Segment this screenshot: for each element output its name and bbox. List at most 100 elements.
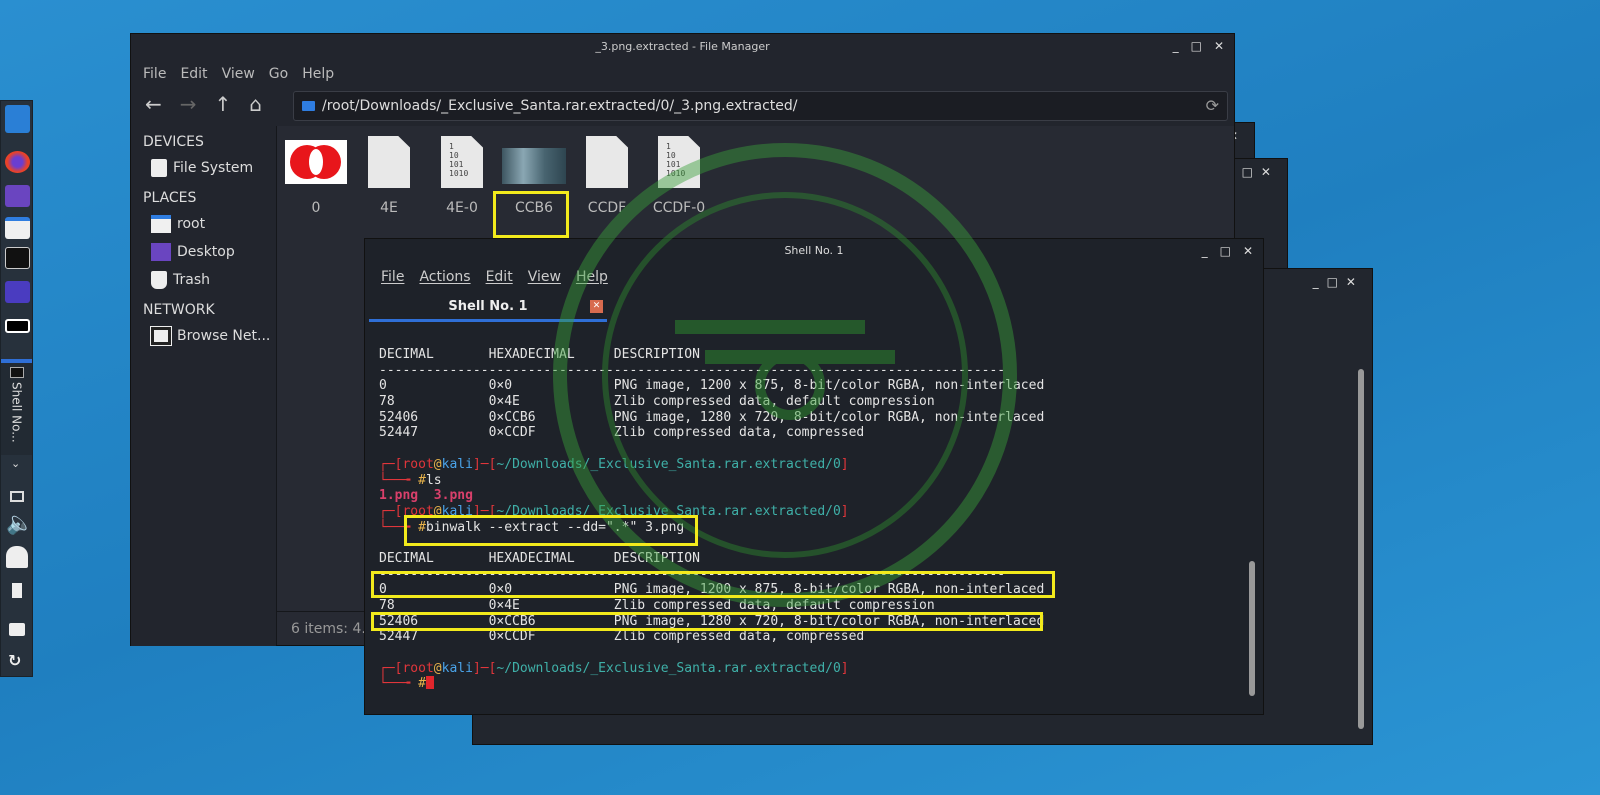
terminal-text: # [418,472,426,488]
section-network: NETWORK [143,302,215,318]
highlight-row-52406 [371,612,1043,631]
reload-icon[interactable]: ⟳ [1206,92,1219,120]
home-icon[interactable]: ⌂ [249,92,262,116]
close-button[interactable]: ✕ [1243,244,1253,258]
forward-arrow-icon[interactable]: → [180,92,197,116]
menu-actions[interactable]: Actions [419,269,470,285]
section-devices: DEVICES [143,134,204,150]
chevron-down-icon[interactable]: ⌄ [11,457,20,470]
sidebar-item-trash[interactable]: Trash [131,266,276,294]
address-path: /root/Downloads/_Exclusive_Santa.rar.ext… [322,98,798,114]
folder-icon [151,215,171,233]
sidebar-item-desktop[interactable]: Desktop [131,238,276,266]
menu-help[interactable]: Help [302,66,334,82]
menu-edit[interactable]: Edit [180,66,207,82]
terminal-text: ┌─[ [379,456,403,472]
lock-icon[interactable] [9,623,25,636]
highlight-command [404,515,698,546]
kali-menu-icon[interactable] [5,105,30,133]
terminal-icon[interactable] [5,247,30,269]
sidebar-item-root[interactable]: root [131,210,276,238]
menu-view[interactable]: View [222,66,255,82]
file-item[interactable]: 4E [354,136,424,216]
side-panel: Shell No... ⌄ 🔈 ↻ [0,100,33,677]
maximize-button[interactable]: □ [1191,39,1202,53]
file-manager-icon[interactable] [5,217,30,239]
battery-icon[interactable] [12,583,22,598]
sidebar-item-label: Desktop [177,244,235,260]
terminal-text: ]─[ [472,456,497,472]
terminal-text: └──╼ [379,676,419,692]
terminal-text: @ [433,456,442,472]
section-places: PLACES [143,190,197,206]
terminal-text: 1.png 3.png [379,488,473,504]
minimize-button[interactable]: _ [1173,39,1179,53]
window-title: _3.png.extracted - File Manager [595,40,770,53]
highlight-row-0 [371,571,1055,598]
display-icon[interactable] [10,491,24,502]
terminal-text: ┌─[ [379,503,403,519]
tab-label: Shell No. 1 [448,299,528,314]
terminal-text: ~/Downloads/_Exclusive_Santa.rar.extract… [496,660,841,676]
sidebar: DEVICES File System PLACES root Desktop … [131,126,276,646]
menu-edit[interactable]: Edit [486,269,513,285]
minimize-button[interactable]: _ [1202,244,1208,258]
terminal-text: @ [433,660,442,676]
file-name: 0 [311,200,321,216]
menu-file[interactable]: File [143,66,166,82]
terminal-text: root [402,660,434,676]
scrollbar[interactable] [1358,369,1364,729]
workspace-icon[interactable] [5,185,30,207]
terminal-text: kali [441,660,473,676]
close-button[interactable]: ✕ [1214,39,1224,53]
scrollbar[interactable] [1249,561,1255,696]
firefox-icon[interactable] [5,151,30,173]
terminal-text: ]─[ [472,660,497,676]
terminal-text: └──╼ [379,472,419,488]
terminal-text: root [402,456,434,472]
watermark-bar [675,320,865,334]
image-thumbnail [285,140,347,184]
file-item[interactable]: 0 [281,136,351,216]
terminal-cursor [425,676,434,690]
terminal-text: kali [441,456,473,472]
sidebar-item-label: root [177,216,206,232]
terminal-text: 52447 0×CCDF Zlib compressed data, compr… [379,629,865,645]
sidebar-item-label: Trash [173,272,210,288]
sidebar-item-file-system[interactable]: File System [131,154,276,182]
terminal-text: ls [425,472,442,488]
file-item[interactable]: 1 10 101 1010 4E-0 [427,136,497,216]
sidebar-item-label: File System [173,160,254,176]
terminal-line: └──╼ # [379,676,1044,692]
volume-icon[interactable]: 🔈 [6,511,33,536]
trash-icon [151,271,167,289]
terminal-line: 52447 0×CCDF Zlib compressed data, compr… [379,629,1044,645]
address-bar[interactable]: /root/Downloads/_Exclusive_Santa.rar.ext… [293,91,1228,121]
sidebar-item-browse-network[interactable]: Browse Net... [131,322,276,350]
up-arrow-icon[interactable]: ↑ [215,92,232,116]
file-name: 4E [380,200,398,216]
screen-recorder-icon[interactable] [5,281,30,303]
terminal-text: # [418,676,426,692]
watermark-ring [602,192,968,558]
bell-icon[interactable] [6,546,28,568]
folder-icon [302,101,315,111]
file-name: 4E-0 [446,200,478,216]
terminal-icon [9,367,24,378]
terminal-line: ┌─[root@kali]─[~/Downloads/_Exclusive_Sa… [379,661,1044,677]
maximize-button[interactable]: □ [1220,244,1231,258]
taskbar-item-shell[interactable]: Shell No... [1,363,32,455]
terminal-text: ] [840,660,849,676]
window-switcher-icon[interactable] [5,319,30,333]
binary-file-icon: 1 10 101 1010 [441,136,483,188]
text-file-icon [368,136,410,188]
logout-icon[interactable]: ↻ [8,651,21,670]
highlight-ccb6 [493,191,569,238]
menu-go[interactable]: Go [269,66,288,82]
menu-file[interactable]: File [381,269,404,285]
terminal-text: ┌─[ [379,660,403,676]
sidebar-item-label: Browse Net... [177,328,271,344]
network-icon [150,326,172,346]
back-arrow-icon[interactable]: ← [145,92,162,116]
